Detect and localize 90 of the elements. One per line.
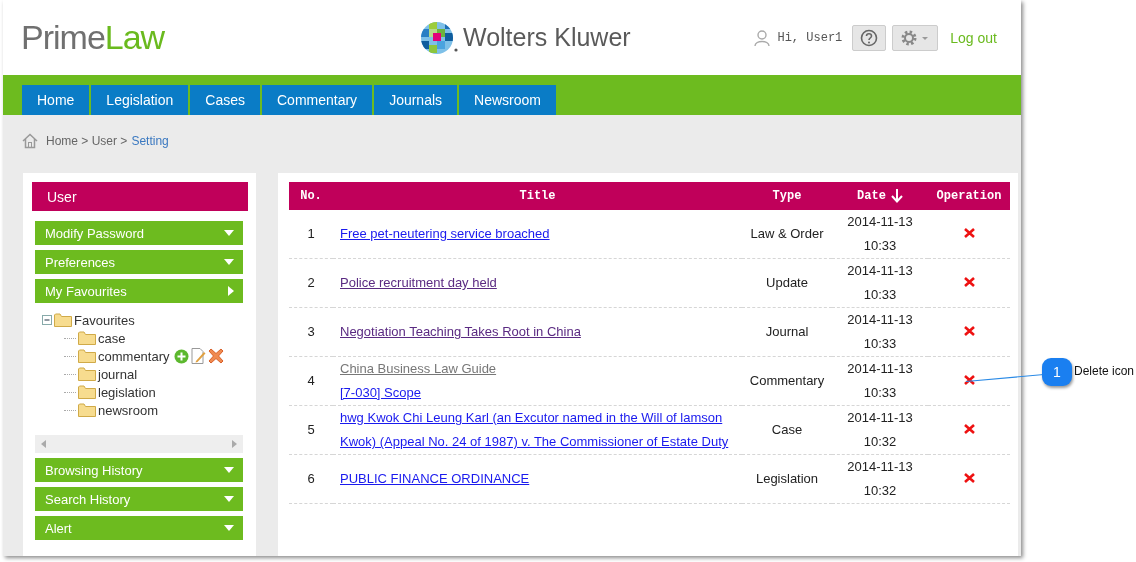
folder-icon bbox=[78, 331, 96, 345]
nav-tab[interactable]: Home bbox=[22, 85, 90, 115]
type-cell: Law & Order bbox=[750, 226, 824, 241]
title-link[interactable]: PUBLIC FINANCE ORDINANCE bbox=[340, 467, 730, 491]
sidebar-title: User bbox=[32, 182, 248, 211]
breadcrumb-path[interactable]: Home > User > bbox=[46, 134, 128, 148]
date-cell-text: 2014-11-13 bbox=[846, 213, 914, 231]
time-cell-text: 10:33 bbox=[862, 335, 898, 353]
delete-icon[interactable] bbox=[963, 228, 975, 238]
date-cell-text: 2014-11-13 bbox=[846, 409, 914, 427]
tree-item[interactable]: legislation bbox=[98, 384, 156, 400]
column-header: Date bbox=[832, 182, 928, 210]
row-number: 5 bbox=[307, 422, 315, 437]
row-number: 6 bbox=[307, 471, 315, 486]
settings-button[interactable] bbox=[892, 24, 939, 51]
caret-right-icon bbox=[228, 286, 234, 296]
folder-icon bbox=[78, 367, 96, 381]
partner-logo-text: Wolters Kluwer bbox=[463, 23, 631, 52]
title-link[interactable]: Free pet-neutering service broached bbox=[340, 222, 730, 246]
title-link[interactable]: China Business Law Guide bbox=[340, 357, 730, 381]
breadcrumb-current: Setting bbox=[131, 134, 169, 148]
folder-icon bbox=[78, 403, 96, 417]
folder-icon bbox=[54, 313, 72, 327]
time-cell-text: 10:33 bbox=[862, 384, 898, 402]
collapse-icon[interactable] bbox=[42, 315, 52, 325]
delete-icon[interactable] bbox=[963, 277, 975, 287]
date-cell-text: 2014-11-13 bbox=[846, 262, 914, 280]
column-header: Operation bbox=[928, 182, 1010, 210]
delete-icon[interactable] bbox=[963, 326, 975, 336]
caret-down-icon bbox=[224, 230, 234, 236]
nav-tab[interactable]: Journals bbox=[374, 85, 458, 115]
nav-tab[interactable]: Cases bbox=[190, 85, 260, 115]
delete-icon[interactable] bbox=[963, 473, 975, 483]
date-cell-text: 2014-11-13 bbox=[846, 311, 914, 329]
help-icon bbox=[860, 28, 879, 47]
date-cell-text: 2014-11-13 bbox=[846, 360, 914, 378]
row-number: 2 bbox=[307, 275, 315, 290]
type-cell: Update bbox=[766, 275, 808, 290]
delete-icon[interactable] bbox=[207, 348, 224, 364]
column-header: Title bbox=[333, 182, 742, 210]
type-cell: Case bbox=[771, 422, 803, 437]
globe-logo-icon bbox=[421, 20, 459, 55]
tree-item[interactable]: Favourites bbox=[74, 312, 135, 328]
tree-item[interactable]: newsroom bbox=[98, 402, 158, 418]
nav-tab[interactable]: Commentary bbox=[262, 85, 373, 115]
nav-tab[interactable]: Legislation bbox=[91, 85, 189, 115]
help-button[interactable] bbox=[852, 24, 887, 51]
home-icon[interactable] bbox=[22, 133, 38, 149]
caret-down-icon bbox=[224, 259, 234, 265]
logout-link[interactable]: Log out bbox=[950, 29, 997, 46]
gear-icon bbox=[900, 28, 931, 47]
title-link[interactable]: Negotiation Teaching Takes Root in China bbox=[340, 320, 730, 344]
column-header: No. bbox=[289, 182, 333, 210]
delete-icon[interactable] bbox=[963, 375, 975, 385]
caret-down-icon bbox=[224, 467, 234, 473]
tree-item[interactable]: journal bbox=[98, 366, 138, 382]
time-cell-text: 10:32 bbox=[862, 482, 898, 500]
caret-down-icon bbox=[224, 525, 234, 531]
folder-icon bbox=[78, 385, 96, 399]
title-link[interactable]: hwg Kwok Chi Leung Karl (an Excutor named in the Will of lamson Kwok) (Appeal No. 24 of 1987) v. The Commissioner of Estate Duty bbox=[340, 406, 730, 454]
row-number: 4 bbox=[307, 373, 315, 388]
type-cell: Commentary bbox=[749, 373, 825, 388]
brand-logo[interactable]: PrimeLaw bbox=[21, 18, 165, 56]
time-cell-text: 10:33 bbox=[862, 286, 898, 304]
nav-tab[interactable]: Newsroom bbox=[459, 85, 556, 115]
scroll-left-icon[interactable] bbox=[41, 440, 46, 448]
add-icon[interactable] bbox=[173, 348, 189, 364]
user-icon bbox=[753, 28, 772, 47]
edit-icon[interactable] bbox=[190, 348, 206, 364]
title-link[interactable]: [7-030] Scope bbox=[340, 381, 730, 405]
callout-label: Delete icon bbox=[1074, 364, 1135, 378]
scroll-right-icon[interactable] bbox=[232, 440, 237, 448]
callout-badge: 1 bbox=[1042, 358, 1072, 386]
row-number: 3 bbox=[307, 324, 315, 339]
title-link[interactable]: Police recruitment day held bbox=[340, 271, 730, 295]
type-cell: Journal bbox=[765, 324, 809, 339]
column-header: Type bbox=[742, 182, 832, 210]
tree-item[interactable]: case bbox=[98, 330, 126, 346]
delete-icon[interactable] bbox=[963, 424, 975, 434]
sort-down-icon[interactable] bbox=[890, 189, 903, 203]
horizontal-scrollbar[interactable] bbox=[35, 435, 243, 453]
tree-item[interactable]: commentary bbox=[98, 348, 170, 364]
greeting: Hi, User1 bbox=[777, 30, 843, 45]
time-cell-text: 10:32 bbox=[862, 433, 898, 451]
type-cell: Legislation bbox=[755, 471, 819, 486]
time-cell-text: 10:33 bbox=[862, 237, 898, 255]
row-number: 1 bbox=[307, 226, 315, 241]
folder-icon bbox=[78, 349, 96, 363]
caret-down-icon bbox=[224, 496, 234, 502]
date-cell-text: 2014-11-13 bbox=[846, 458, 914, 476]
